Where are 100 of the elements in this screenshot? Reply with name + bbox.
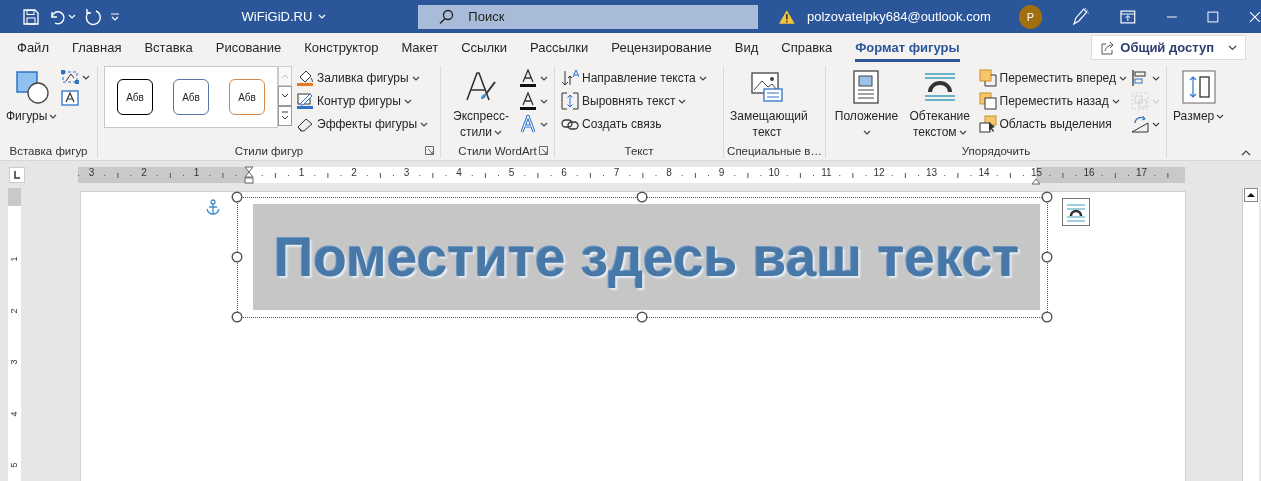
maximize-icon[interactable] [1207, 10, 1220, 23]
ruler-number: 15 [1030, 167, 1043, 178]
ruler-number: 2 [351, 167, 357, 178]
ribbon-button[interactable]: Контур фигуры [296, 92, 428, 110]
ruler-number: 9 [718, 167, 725, 178]
ribbon-button[interactable]: Экспресс-стили [447, 66, 515, 140]
indent-marker-icon[interactable] [244, 165, 254, 184]
account-email[interactable]: polzovatelpky684@outlook.com [807, 9, 991, 24]
shape-style[interactable]: Абв [173, 79, 209, 115]
customize-toolbar-icon[interactable] [110, 12, 120, 21]
group-label: Стили фигур [234, 144, 304, 157]
ribbon-button[interactable]: Размер [1173, 66, 1225, 124]
resize-handle[interactable] [636, 191, 648, 203]
caret-icon [1228, 44, 1237, 51]
icon-button[interactable] [519, 92, 548, 110]
ribbon-button[interactable]: Создать связь [561, 115, 707, 133]
ribbon-button[interactable]: Эффекты фигуры [296, 115, 428, 133]
layout-options-icon[interactable] [1062, 198, 1090, 226]
resize-handle[interactable] [1041, 311, 1053, 323]
ruler-number: 12 [873, 167, 885, 178]
ribbon-tab[interactable]: Ссылки [461, 33, 507, 62]
ruler-number: 6 [561, 167, 567, 178]
ruler-number: 1 [8, 256, 19, 262]
text-fill-icon [519, 69, 537, 87]
resize-handle[interactable] [231, 251, 243, 263]
ruler-number: 1 [193, 167, 200, 178]
text-effects-icon [519, 115, 537, 133]
resize-handle[interactable] [1041, 251, 1053, 263]
indent-marker-icon[interactable] [1031, 177, 1041, 185]
rotate-icon [1131, 115, 1149, 133]
ruler-number: 3 [88, 167, 95, 178]
ribbon-tab[interactable]: Файл [17, 33, 49, 62]
shapes-icon [14, 70, 49, 104]
resize-handle[interactable] [636, 311, 648, 323]
ribbon-tab[interactable]: Справка [781, 33, 833, 62]
search-field[interactable]: Поиск [418, 4, 759, 29]
share-icon [1100, 40, 1115, 55]
alt-text-icon [750, 70, 784, 104]
avatar[interactable]: P [1018, 4, 1043, 29]
collapse-ribbon-icon[interactable] [1241, 150, 1251, 156]
group-label: Специальные в… [727, 144, 822, 157]
icon-button[interactable] [1131, 115, 1160, 133]
vertical-scrollbar[interactable] [1242, 188, 1259, 481]
ribbon-tab[interactable]: Рассылки [529, 33, 589, 62]
pen-icon[interactable] [1070, 6, 1090, 27]
close-icon[interactable] [1249, 10, 1261, 23]
ribbon-button[interactable]: Переместить вперед [978, 69, 1127, 87]
scroll-up-icon[interactable] [1244, 188, 1258, 202]
icon-button[interactable] [519, 69, 548, 87]
text-wrap-icon [922, 70, 957, 104]
resize-handle[interactable] [231, 191, 243, 203]
dialog-launcher-icon[interactable] [539, 146, 548, 155]
ribbon-tab[interactable]: Конструктор [304, 33, 379, 62]
caret-icon [68, 14, 76, 19]
resize-handle[interactable] [231, 311, 243, 323]
ribbon-tab[interactable]: Главная [71, 33, 122, 62]
icon-button[interactable] [61, 69, 91, 85]
scroll-down-icon[interactable] [278, 86, 292, 106]
selection-pane-icon [978, 115, 997, 133]
ruler-number: 5 [8, 462, 19, 468]
search-icon [438, 8, 455, 25]
ruler-number: 10 [768, 167, 780, 178]
group-label: Текст [624, 144, 654, 157]
ruler-number: 3 [403, 167, 410, 178]
dialog-launcher-icon[interactable] [425, 146, 434, 155]
ribbon-button[interactable]: Заливка фигуры [296, 69, 428, 87]
text-outline-icon [519, 92, 537, 110]
document-title[interactable]: WiFiGiD.RU [241, 9, 419, 24]
ribbon-button[interactable]: Положение [832, 66, 901, 140]
more-styles-icon[interactable] [278, 106, 292, 126]
tab-stop-icon[interactable] [9, 166, 25, 183]
resize-handle[interactable] [1041, 191, 1053, 203]
ribbon-button[interactable]: Область выделения [978, 115, 1127, 133]
group-label: Стили WordArt [458, 144, 537, 157]
ruler-number: 8 [666, 167, 672, 178]
ribbon-tab[interactable]: Макет [401, 33, 439, 62]
ribbon-tab[interactable]: Рецензирование [611, 33, 712, 62]
ribbon-tab[interactable]: Вид [734, 33, 759, 62]
ribbon-button[interactable]: Выровнять текст [561, 92, 707, 110]
shape-style[interactable]: Абв [117, 79, 153, 115]
ruler-number: 11 [821, 167, 832, 178]
size-icon [1181, 70, 1216, 104]
ribbon-button[interactable]: Переместить назад [978, 92, 1127, 110]
share-button[interactable]: Общий доступ [1091, 35, 1246, 60]
ruler-number: 3 [8, 359, 19, 365]
anchor-icon [206, 199, 220, 215]
save-icon[interactable] [22, 7, 40, 26]
shape-style[interactable]: Абв [229, 79, 265, 115]
redo-icon[interactable] [84, 7, 102, 26]
ribbon-tab[interactable]: Рисование [215, 33, 282, 62]
ribbon-display-icon[interactable] [1119, 9, 1136, 24]
group-icon [1131, 92, 1149, 110]
ruler-number: 13 [925, 167, 938, 178]
paint-bucket-icon [296, 69, 314, 87]
ribbon-button[interactable]: Обтекание текстом [905, 66, 975, 140]
ribbon-button[interactable]: Фигуры [6, 66, 58, 124]
ruler-number: 7 [613, 167, 620, 178]
ribbon-tab[interactable]: Вставка [144, 33, 193, 62]
ruler-number: 2 [8, 308, 19, 313]
ribbon-button[interactable]: Направление текста [561, 69, 707, 87]
